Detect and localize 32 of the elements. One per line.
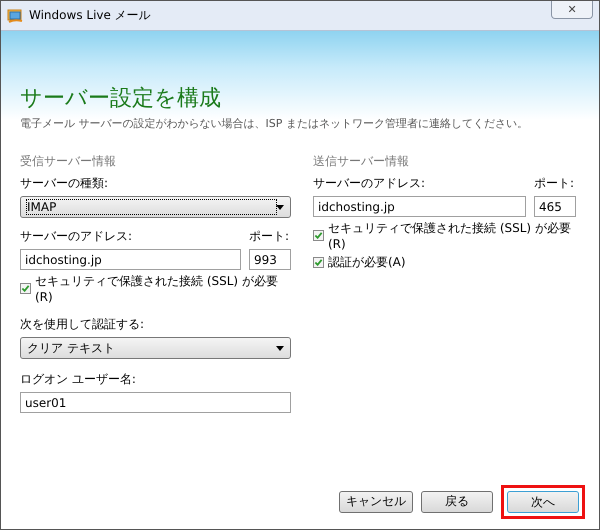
input-field[interactable]: user01 [20, 392, 291, 413]
mail-app-icon [7, 8, 23, 24]
input-field[interactable]: 465 [534, 196, 576, 217]
checkbox[interactable] [20, 283, 31, 294]
dropdown[interactable]: クリア テキスト [20, 337, 291, 359]
checkbox-label: セキュリティで保護された接続 (SSL) が必要(R) [35, 273, 279, 304]
checkbox[interactable] [313, 257, 324, 268]
dialog-button[interactable]: キャンセル [339, 490, 413, 513]
checkbox-label: セキュリティで保護された接続 (SSL) が必要(R) [328, 220, 572, 251]
field-label: サーバーの種類: [20, 175, 110, 192]
section-heading: 受信サーバー情報 [20, 153, 117, 170]
caret-icon [276, 346, 284, 350]
field-label: 次を使用して認証する: [20, 316, 146, 333]
field-label: ログオン ユーザー名: [20, 371, 137, 388]
window-title: Windows Live メール [29, 7, 151, 24]
field-label: サーバーのアドレス: [313, 175, 426, 192]
field-label: サーバーのアドレス: [20, 228, 132, 245]
close-button[interactable]: ✕ [551, 1, 593, 19]
input-field[interactable]: 993 [249, 249, 291, 270]
page-heading: サーバー設定を構成 [20, 85, 222, 113]
next-button[interactable]: 次へ [507, 491, 579, 513]
field-label: ポート: [534, 175, 576, 192]
instruction-text: 電子メール サーバーの設定がわからない場合は、ISP またはネットワーク管理者に連絡してください。 [20, 116, 529, 131]
input-field[interactable]: idchosting.jp [20, 249, 241, 270]
caret-icon [276, 204, 284, 210]
checkbox-label: 認証が必要(A) [328, 254, 406, 271]
checkbox[interactable] [313, 230, 324, 241]
field-label: ポート: [249, 228, 290, 245]
dialog-button[interactable]: 戻る [421, 490, 493, 513]
section-heading: 送信サーバー情報 [313, 153, 410, 170]
dropdown[interactable]: IMAP [20, 196, 291, 218]
input-field[interactable]: idchosting.jp [313, 196, 526, 217]
